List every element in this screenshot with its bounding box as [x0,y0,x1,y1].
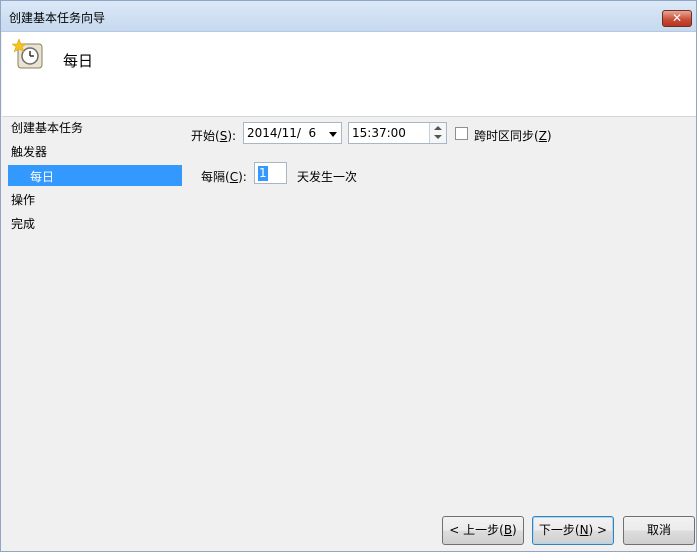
recur-label: 每隔(C): [201,170,247,184]
recur-days-input[interactable]: 1 [254,162,287,184]
time-spinner[interactable] [429,123,446,143]
sync-timezone-checkbox[interactable] [455,127,468,140]
next-button[interactable]: 下一步(N) > [532,516,614,545]
nav-item-daily[interactable]: 每日 [8,165,182,186]
spin-down-icon[interactable] [434,135,442,139]
recur-suffix: 天发生一次 [297,170,358,184]
wizard-step-nav: 创建基本任务 触发器 每日 操作 完成 [6,116,182,541]
nav-item-trigger[interactable]: 触发器 [11,143,47,160]
recur-days-value: 1 [258,166,268,181]
clock-wizard-icon [12,38,43,69]
start-time-value: 15:37:00 [352,126,406,140]
dropdown-arrow-icon[interactable] [329,132,337,137]
nav-item-finish[interactable]: 完成 [11,215,35,232]
window-title: 创建基本任务向导 [9,11,106,25]
spin-up-icon[interactable] [434,126,442,130]
close-button[interactable]: ✕ [662,10,692,27]
back-button[interactable]: < 上一步(B) [442,516,524,545]
start-date-picker[interactable]: 2014/11/ 6 [243,122,342,144]
page-title: 每日 [63,52,94,70]
sync-timezone-label[interactable]: 跨时区同步(Z) [474,127,552,144]
start-time-input[interactable]: 15:37:00 [348,122,447,144]
nav-item-action[interactable]: 操作 [11,191,35,208]
start-label: 开始(S): [191,129,237,143]
wizard-header: 每日 [2,32,696,117]
start-date-value: 2014/11/ 6 [247,126,317,140]
cancel-button[interactable]: 取消 [623,516,695,545]
wizard-window: 创建基本任务向导 ✕ 每日 创建基本任务 触发器 每日 操作 完成 开始(S):… [0,0,697,552]
nav-item-create-task[interactable]: 创建基本任务 [11,119,83,136]
nav-item-daily-label: 每日 [30,170,55,184]
title-bar[interactable]: 创建基本任务向导 ✕ [1,1,696,32]
close-icon: ✕ [671,11,683,25]
